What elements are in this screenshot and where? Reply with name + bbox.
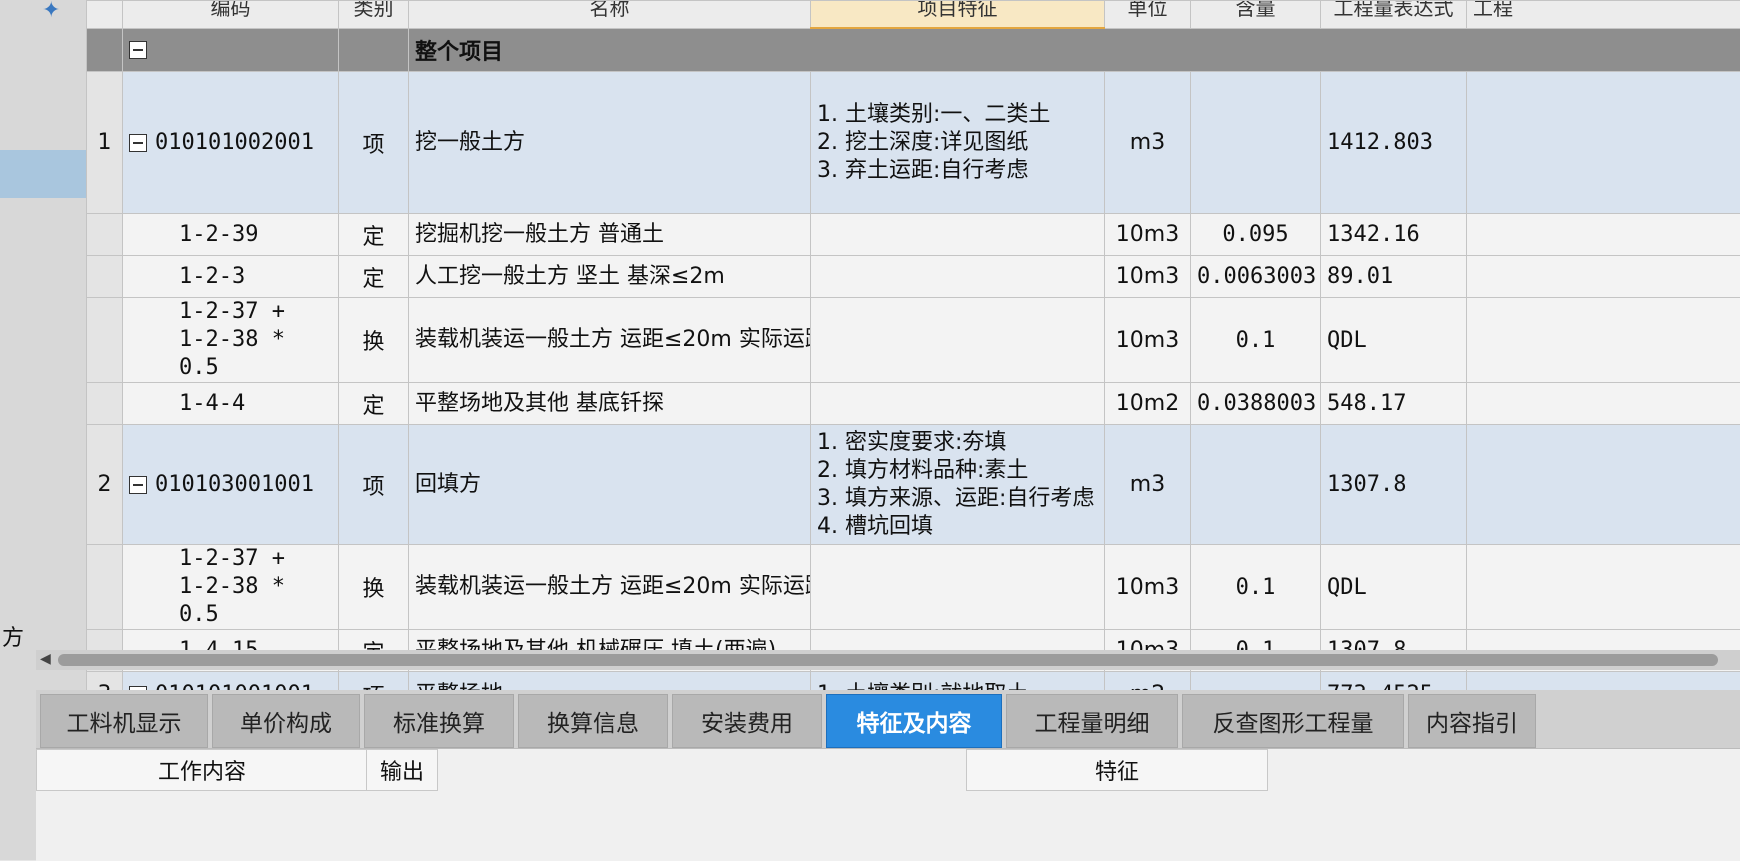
sub-code: 1-2-37 +1-2-38 * 0.5 <box>123 298 339 383</box>
sub-expression[interactable]: 89.01 <box>1321 256 1467 298</box>
header-unit[interactable]: 单位 <box>1105 1 1191 29</box>
tab-reverse-graphic-quantity[interactable]: 反查图形工程量 <box>1182 694 1404 748</box>
tab-unit-price[interactable]: 单价构成 <box>212 694 360 748</box>
grid-header-row: 编码 类别 名称 项目特征 单位 含量 工程量表达式 工程 <box>87 1 1740 29</box>
sub-unit[interactable]: 10m3 <box>1105 256 1191 298</box>
sub-expression[interactable]: 548.17 <box>1321 383 1467 425</box>
item-expression[interactable]: 1307.8 <box>1321 425 1467 545</box>
table-row-sub[interactable]: 1-2-3 定 人工挖一般土方 坚土 基深≤2m 10m3 0.0063003 … <box>87 256 1740 298</box>
table-row-sub[interactable]: 1-4-4 定 平整场地及其他 基底钎探 10m2 0.0388003 548.… <box>87 383 1740 425</box>
sub-expression[interactable]: QDL <box>1321 545 1467 630</box>
sub-unit[interactable]: 10m2 <box>1105 383 1191 425</box>
sub-content[interactable]: 0.095 <box>1191 214 1321 256</box>
sub-content[interactable]: 0.0388003 <box>1191 383 1321 425</box>
sub-category: 定 <box>339 383 409 425</box>
item-category: 项 <box>339 72 409 214</box>
sub-name[interactable]: 人工挖一般土方 坚土 基深≤2m <box>409 256 811 298</box>
output-header[interactable]: 输出 <box>366 749 438 791</box>
left-panel-selection[interactable] <box>0 150 88 198</box>
sub-category: 换 <box>339 545 409 630</box>
sub-content[interactable]: 0.0063003 <box>1191 256 1321 298</box>
row-number: 1 <box>87 72 123 214</box>
bill-grid: 编码 类别 名称 项目特征 单位 含量 工程量表达式 工程 整个项目 1 010… <box>86 0 1740 740</box>
sub-unit[interactable]: 10m3 <box>1105 214 1191 256</box>
item-code: 010103001001 <box>155 472 314 497</box>
item-feature[interactable]: 1. 密实度要求:夯填 2. 填方材料品种:素土 3. 填方来源、运距:自行考虑… <box>811 425 1105 545</box>
sub-code: 1-2-39 <box>123 214 339 256</box>
scroll-left-arrow-icon[interactable]: ◀ <box>40 651 51 667</box>
table-row-item[interactable]: 1 010101002001 项 挖一般土方 1. 土壤类别:一、二类土 2. … <box>87 72 1740 214</box>
header-name[interactable]: 名称 <box>409 1 811 29</box>
pin-icon[interactable]: ✦ <box>42 0 60 23</box>
sub-code: 1-2-37 +1-2-38 * 0.5 <box>123 545 339 630</box>
item-code: 010101002001 <box>155 130 314 155</box>
tab-features-content[interactable]: 特征及内容 <box>826 694 1002 748</box>
item-content[interactable] <box>1191 72 1321 214</box>
item-content[interactable] <box>1191 425 1321 545</box>
item-name[interactable]: 回填方 <box>409 425 811 545</box>
tab-quantity-detail[interactable]: 工程量明细 <box>1006 694 1178 748</box>
tab-conversion-info[interactable]: 换算信息 <box>518 694 668 748</box>
tab-content-guide[interactable]: 内容指引 <box>1408 694 1536 748</box>
horizontal-scrollbar[interactable]: ◀ <box>36 650 1740 670</box>
item-feature[interactable]: 1. 土壤类别:一、二类土 2. 挖土深度:详见图纸 3. 弃土运距:自行考虑 <box>811 72 1105 214</box>
sub-category: 换 <box>339 298 409 383</box>
item-expression[interactable]: 1412.803 <box>1321 72 1467 214</box>
collapse-toggle-icon[interactable] <box>129 134 147 152</box>
feature-header[interactable]: 特征 <box>966 749 1268 791</box>
sub-content[interactable]: 0.1 <box>1191 545 1321 630</box>
project-row[interactable]: 整个项目 <box>87 28 1740 72</box>
item-unit[interactable]: m3 <box>1105 425 1191 545</box>
collapse-toggle-icon[interactable] <box>129 41 147 59</box>
sub-name[interactable]: 平整场地及其他 基底钎探 <box>409 383 811 425</box>
header-category[interactable]: 类别 <box>339 1 409 29</box>
sub-name[interactable]: 装载机装运一般土方 运距≤20m 实际运距(m):30 <box>409 545 811 630</box>
scrollbar-thumb[interactable] <box>58 654 1718 666</box>
header-content[interactable]: 含量 <box>1191 1 1321 29</box>
detail-panel: 工作内容 输出 特征 <box>36 748 1740 861</box>
sub-content[interactable]: 0.1 <box>1191 298 1321 383</box>
sub-category: 定 <box>339 256 409 298</box>
table-row-sub[interactable]: 1-2-39 定 挖掘机挖一般土方 普通土 10m3 0.095 1342.16 <box>87 214 1740 256</box>
sub-name[interactable]: 装载机装运一般土方 运距≤20m 实际运距(m):30 <box>409 298 811 383</box>
sub-code: 1-4-4 <box>123 383 339 425</box>
sub-unit[interactable]: 10m3 <box>1105 298 1191 383</box>
item-unit[interactable]: m3 <box>1105 72 1191 214</box>
header-quantity[interactable]: 工程 <box>1467 1 1740 29</box>
sub-name[interactable]: 挖掘机挖一般土方 普通土 <box>409 214 811 256</box>
sub-unit[interactable]: 10m3 <box>1105 545 1191 630</box>
sub-code: 1-2-3 <box>123 256 339 298</box>
item-name[interactable]: 挖一般土方 <box>409 72 811 214</box>
tab-installation-fee[interactable]: 安装费用 <box>672 694 822 748</box>
project-label: 整个项目 <box>409 28 1740 72</box>
work-content-header[interactable]: 工作内容 <box>36 749 368 791</box>
sub-category: 定 <box>339 214 409 256</box>
tab-standard-conversion[interactable]: 标准换算 <box>364 694 514 748</box>
header-code[interactable]: 编码 <box>123 1 339 29</box>
table-row-sub[interactable]: 1-2-37 +1-2-38 * 0.5 换 装载机装运一般土方 运距≤20m … <box>87 298 1740 383</box>
bottom-tab-bar: 工料机显示 单价构成 标准换算 换算信息 安装费用 特征及内容 工程量明细 反查… <box>36 690 1740 748</box>
sub-expression[interactable]: 1342.16 <box>1321 214 1467 256</box>
header-rownum <box>87 1 123 29</box>
table-row-item[interactable]: 2 010103001001 项 回填方 1. 密实度要求:夯填 2. 填方材料… <box>87 425 1740 545</box>
left-panel-text: 方 <box>2 620 24 652</box>
sub-expression[interactable]: QDL <box>1321 298 1467 383</box>
header-feature[interactable]: 项目特征 <box>811 1 1105 29</box>
collapse-toggle-icon[interactable] <box>129 476 147 494</box>
item-category: 项 <box>339 425 409 545</box>
header-expression[interactable]: 工程量表达式 <box>1321 1 1467 29</box>
row-number: 2 <box>87 425 123 545</box>
tab-labor-material-machine[interactable]: 工料机显示 <box>40 694 208 748</box>
table-row-sub[interactable]: 1-2-37 +1-2-38 * 0.5 换 装载机装运一般土方 运距≤20m … <box>87 545 1740 630</box>
